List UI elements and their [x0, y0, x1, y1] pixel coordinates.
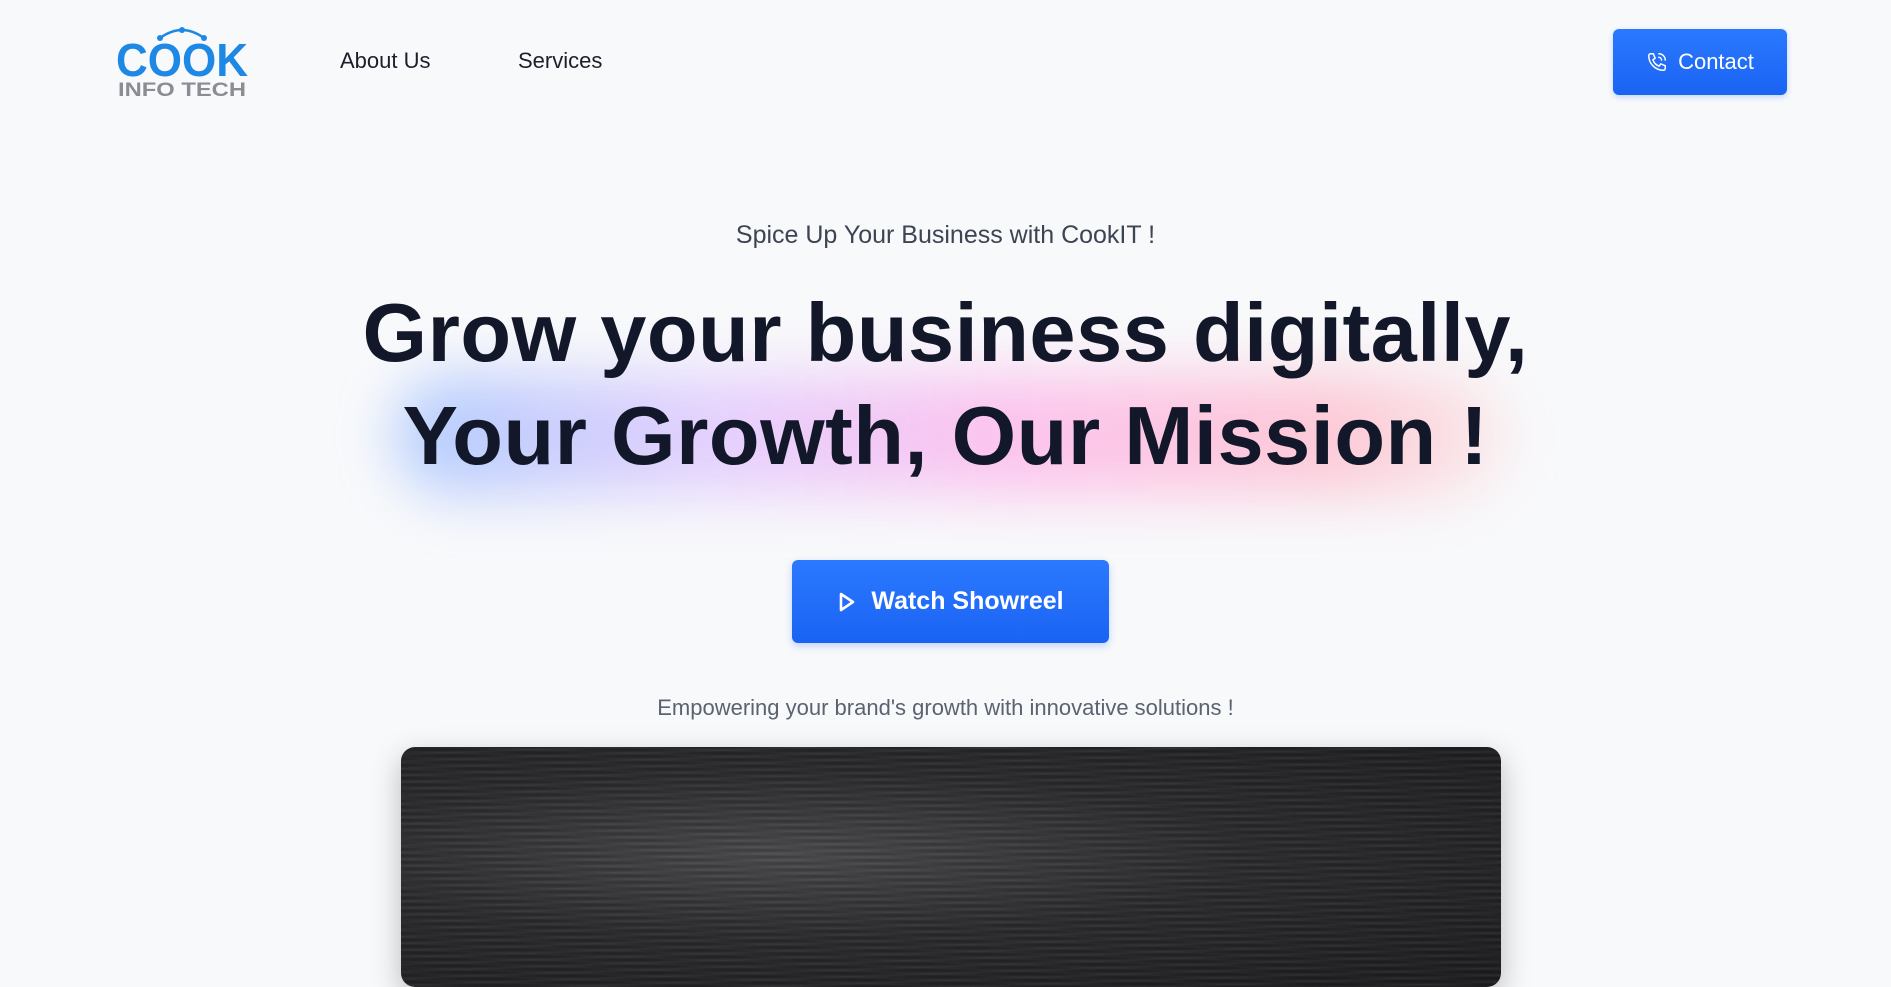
- site-header: COOK INFO TECH About Us Services Contact: [0, 0, 1891, 124]
- contact-button[interactable]: Contact: [1613, 29, 1787, 95]
- hero-tagline: Spice Up Your Business with CookIT !: [735, 221, 1156, 249]
- hero-headline-line1: Grow your business digitally,: [362, 286, 1529, 379]
- hero-subtext: Empowering your brand's growth with inno…: [657, 695, 1234, 720]
- watch-showreel-label: Watch Showreel: [871, 587, 1064, 615]
- logo-subtitle: INFO TECH: [118, 80, 246, 98]
- hero-headline-line2: Your Growth, Our Mission !: [402, 389, 1489, 482]
- nav-services[interactable]: Services: [518, 48, 602, 74]
- watch-showreel-button[interactable]: Watch Showreel: [792, 560, 1109, 643]
- cook-info-tech-logo[interactable]: COOK INFO TECH: [116, 26, 250, 98]
- showreel-media: [401, 747, 1501, 987]
- logo-wordmark: COOK: [116, 34, 248, 86]
- phone-icon: [1646, 51, 1668, 73]
- play-icon: [837, 591, 857, 613]
- contact-button-label: Contact: [1678, 49, 1754, 74]
- nav-about-us[interactable]: About Us: [340, 48, 431, 74]
